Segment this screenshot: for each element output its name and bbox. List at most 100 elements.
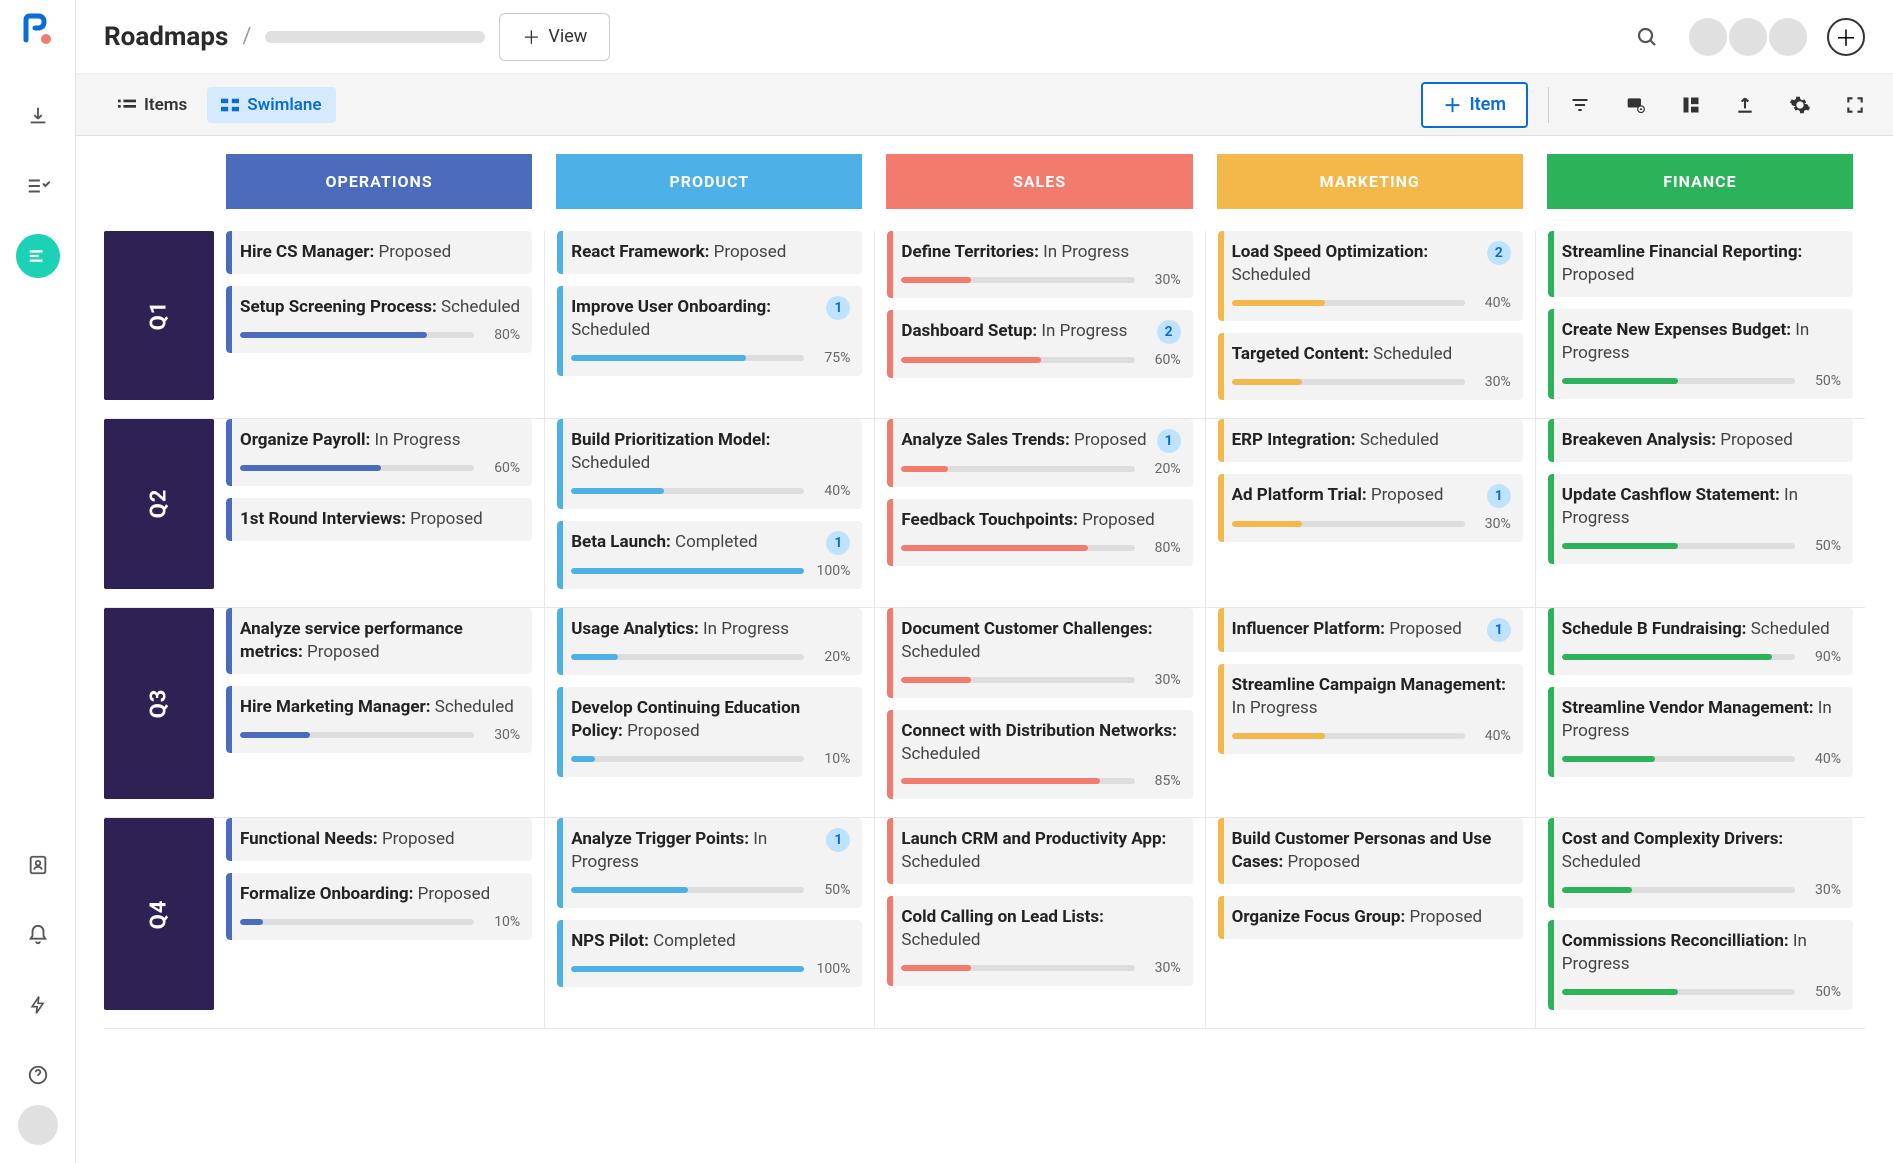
layout-icon[interactable] [1681,95,1701,115]
progress-percent: 80% [1145,540,1181,556]
search-icon[interactable] [1635,25,1659,49]
roadmap-card[interactable]: Streamline Campaign Management: In Progr… [1218,664,1523,754]
roadmap-card[interactable]: Document Customer Challenges: Scheduled3… [887,608,1192,698]
roadmap-card[interactable]: Define Territories: In Progress30% [887,231,1192,298]
download-icon[interactable] [16,94,60,138]
roadmap-card[interactable]: Streamline Financial Reporting: Proposed [1548,231,1853,297]
roadmap-card[interactable]: Launch CRM and Productivity App: Schedul… [887,818,1192,884]
roadmap-card[interactable]: Develop Continuing Education Policy: Pro… [557,687,862,777]
roadmap-card[interactable]: Create New Expenses Budget: In Progress5… [1548,309,1853,399]
card-title: Ad Platform Trial: Proposed [1232,484,1481,507]
cell-q4-marketing: Build Customer Personas and Use Cases: P… [1205,818,1535,1029]
tab-items[interactable]: Items [104,87,201,123]
card-badge: 1 [1487,484,1511,508]
roadmap-card[interactable]: Build Customer Personas and Use Cases: P… [1218,818,1523,884]
card-title: Document Customer Challenges: Scheduled [901,618,1180,664]
roadmap-card[interactable]: 1st Round Interviews: Proposed [226,498,532,541]
view-toolbar: Items Swimlane ＋ Item [76,74,1893,136]
filter-icon[interactable] [1569,95,1591,115]
cell-q1-sales: Define Territories: In Progress30% Dashbo… [874,231,1204,419]
roadmap-card[interactable]: Functional Needs: Proposed [226,818,532,861]
avatar[interactable] [1729,18,1767,56]
export-icon[interactable] [1735,95,1755,115]
roadmap-card[interactable]: Formalize Onboarding: Proposed10% [226,873,532,940]
column-header-sales[interactable]: SALES [886,154,1192,209]
roadmap-card[interactable]: ERP Integration: Scheduled [1218,419,1523,462]
progress-bar [901,466,1134,472]
roadmap-card[interactable]: Build Prioritization Model: Scheduled40% [557,419,862,509]
help-icon[interactable] [16,1053,60,1097]
roadmap-card[interactable]: Breakeven Analysis: Proposed [1548,419,1853,462]
roadmap-card[interactable]: Targeted Content: Scheduled30% [1218,333,1523,400]
roadmap-card[interactable]: Analyze service performance metrics: Pro… [226,608,532,674]
roadmap-card[interactable]: Organize Payroll: In Progress60% [226,419,532,486]
card-title: Create New Expenses Budget: In Progress [1562,319,1841,365]
progress-bar [1232,733,1465,739]
fullscreen-icon[interactable] [1845,95,1865,115]
user-avatar[interactable] [18,1105,58,1145]
roadmap-card[interactable]: NPS Pilot: Completed100% [557,920,862,987]
add-collaborator-button[interactable]: ＋ [1827,18,1865,56]
roadmap-card[interactable]: Update Cashflow Statement: In Progress 50… [1548,474,1853,564]
progress-bar [240,332,474,338]
roadmap-card[interactable]: Hire Marketing Manager: Scheduled30% [226,686,532,753]
add-item-button[interactable]: ＋ Item [1421,82,1528,128]
list-check-icon[interactable] [16,164,60,208]
column-header-operations[interactable]: OPERATIONS [226,154,532,209]
progress-bar [571,966,804,972]
card-title: Organize Focus Group: Proposed [1232,906,1511,929]
card-title: Influencer Platform: Proposed [1232,618,1481,641]
roadmap-card[interactable]: Setup Screening Process: Scheduled80% [226,286,532,353]
progress-bar [1232,300,1465,306]
progress-percent: 100% [814,961,850,977]
row-label-q4: Q4 [104,818,214,1010]
roadmap-icon[interactable] [16,234,60,278]
roadmap-card[interactable]: React Framework: Proposed [557,231,862,274]
card-title: Build Customer Personas and Use Cases: P… [1232,828,1511,874]
cell-q2-finance: Breakeven Analysis: Proposed Update Cashf… [1535,419,1865,608]
tab-swimlane[interactable]: Swimlane [207,87,335,123]
roadmap-card[interactable]: Analyze Trigger Points: In Progress150% [557,818,862,908]
roadmap-card[interactable]: Cold Calling on Lead Lists: Scheduled30% [887,896,1192,986]
roadmap-card[interactable]: Load Speed Optimization: Scheduled240% [1218,231,1523,321]
roadmap-card[interactable]: Hire CS Manager: Proposed [226,231,532,274]
progress-percent: 100% [814,563,850,579]
column-header-finance[interactable]: FINANCE [1547,154,1853,209]
contacts-icon[interactable] [16,843,60,887]
card-badge: 2 [1157,320,1181,344]
roadmap-card[interactable]: Connect with Distribution Networks: Sche… [887,710,1192,800]
collaborator-avatars [1689,18,1807,56]
progress-percent: 50% [1805,984,1841,1000]
link-settings-icon[interactable] [1625,95,1647,115]
settings-icon[interactable] [1789,94,1811,116]
avatar[interactable] [1769,18,1807,56]
roadmap-card[interactable]: Usage Analytics: In Progress20% [557,608,862,675]
roadmap-card[interactable]: Beta Launch: Completed1100% [557,521,862,589]
card-title: Load Speed Optimization: Scheduled [1232,241,1481,287]
roadmap-card[interactable]: Feedback Touchpoints: Proposed80% [887,499,1192,566]
bell-icon[interactable] [16,913,60,957]
progress-percent: 50% [1805,538,1841,554]
roadmap-card[interactable]: Organize Focus Group: Proposed [1218,896,1523,939]
bolt-icon[interactable] [16,983,60,1027]
cell-q4-operations: Functional Needs: Proposed Formalize Onbo… [214,818,544,1029]
column-header-marketing[interactable]: MARKETING [1217,154,1523,209]
roadmap-card[interactable]: Ad Platform Trial: Proposed130% [1218,474,1523,542]
progress-bar [901,277,1134,283]
card-title: Update Cashflow Statement: In Progress [1562,484,1841,530]
roadmap-card[interactable]: Commissions Reconcilliation: In Progress… [1548,920,1853,1010]
column-header-product[interactable]: PRODUCT [556,154,862,209]
avatar[interactable] [1689,18,1727,56]
progress-percent: 30% [1475,374,1511,390]
roadmap-card[interactable]: Schedule B Fundraising: Scheduled90% [1548,608,1853,675]
roadmap-card[interactable]: Dashboard Setup: In Progress260% [887,310,1192,378]
progress-percent: 85% [1145,773,1181,789]
roadmap-card[interactable]: Analyze Sales Trends: Proposed120% [887,419,1192,487]
cell-q2-marketing: ERP Integration: Scheduled Ad Platform Tr… [1205,419,1535,608]
app-logo[interactable] [20,12,56,48]
roadmap-card[interactable]: Improve User Onboarding: Scheduled175% [557,286,862,376]
roadmap-card[interactable]: Cost and Complexity Drivers: Scheduled30… [1548,818,1853,908]
roadmap-card[interactable]: Streamline Vendor Management: In Progres… [1548,687,1853,777]
roadmap-card[interactable]: Influencer Platform: Proposed1 [1218,608,1523,652]
add-view-button[interactable]: ＋ View [499,13,610,61]
